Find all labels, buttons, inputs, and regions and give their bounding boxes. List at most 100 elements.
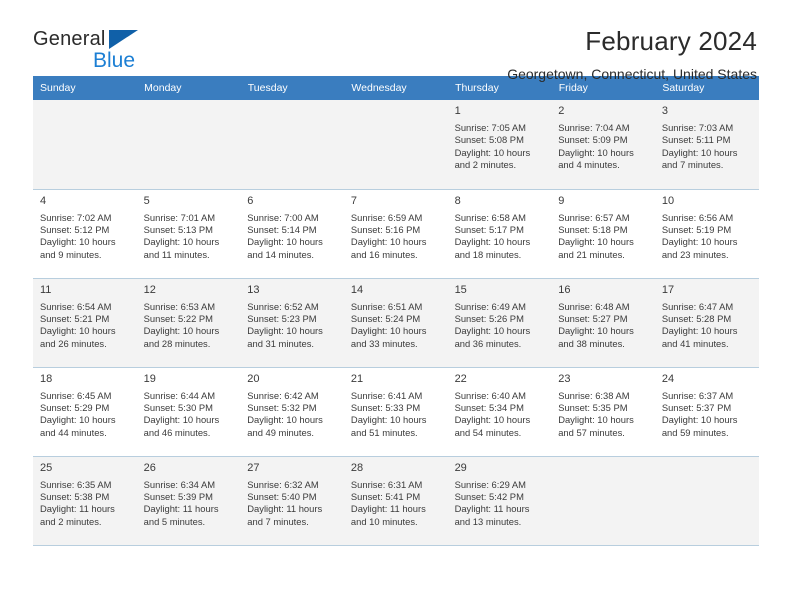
day-number: 12 — [143, 283, 156, 296]
general-blue-logo[interactable]: General Blue — [33, 26, 163, 78]
day-cell[interactable]: 17 Sunrise: 6:47 AM Sunset: 5:28 PM Dayligh… — [654, 278, 759, 368]
daylight-text-line1: Daylight: 10 hours — [454, 236, 531, 248]
day-details: Sunrise: 6:51 AM Sunset: 5:24 PM Daylight:… — [351, 301, 441, 351]
sunrise-text: Sunrise: 6:41 AM — [350, 389, 423, 401]
sunrise-text: Sunrise: 6:53 AM — [143, 300, 216, 312]
day-details: Sunrise: 6:47 AM Sunset: 5:28 PM Daylight:… — [662, 301, 752, 351]
daylight-text-line2: and 4 minutes. — [558, 159, 620, 171]
day-number: 6 — [247, 194, 254, 207]
sunrise-text: Sunrise: 6:38 AM — [558, 389, 630, 401]
day-cell[interactable]: 14 Sunrise: 6:51 AM Sunset: 5:24 PM Dayligh… — [343, 278, 448, 368]
daylight-text-line2: and 33 minutes. — [350, 337, 418, 349]
sunrise-text: Sunrise: 6:57 AM — [558, 211, 630, 223]
day-cell[interactable]: 21 Sunrise: 6:41 AM Sunset: 5:33 PM Dayligh… — [343, 367, 448, 457]
sunset-text: Sunset: 5:38 PM — [40, 490, 110, 502]
day-cell[interactable]: 13 Sunrise: 6:52 AM Sunset: 5:23 PM Dayligh… — [240, 278, 344, 368]
daylight-text-line2: and 11 minutes. — [143, 248, 210, 260]
sunset-text: Sunset: 5:30 PM — [143, 401, 213, 413]
sunrise-text: Sunrise: 7:01 AM — [143, 211, 216, 223]
title-block: February 2024 Georgetown, Connecticut, U… — [507, 26, 759, 84]
day-cell[interactable]: 2 Sunrise: 7:04 AM Sunset: 5:09 PM Daylight… — [551, 100, 655, 190]
day-cell[interactable]: 16 Sunrise: 6:48 AM Sunset: 5:27 PM Dayligh… — [551, 278, 655, 368]
day-cell[interactable] — [551, 456, 655, 546]
sunset-text: Sunset: 5:35 PM — [558, 401, 628, 413]
day-cell[interactable]: 20 Sunrise: 6:42 AM Sunset: 5:32 PM Dayligh… — [240, 367, 344, 457]
day-cell[interactable]: 8 Sunrise: 6:58 AM Sunset: 5:17 PM Daylight… — [447, 189, 552, 279]
day-number: 29 — [454, 461, 467, 474]
daylight-text-line1: Daylight: 10 hours — [558, 414, 634, 426]
sunrise-text: Sunrise: 6:29 AM — [454, 478, 526, 490]
daylight-text-line1: Daylight: 10 hours — [558, 325, 634, 337]
sunset-text: Sunset: 5:13 PM — [143, 223, 213, 235]
daylight-text-line2: and 44 minutes. — [40, 426, 107, 438]
day-cell[interactable]: 6 Sunrise: 7:00 AM Sunset: 5:14 PM Daylight… — [240, 189, 344, 279]
sunrise-text: Sunrise: 6:37 AM — [661, 389, 734, 401]
day-details: Sunrise: 6:32 AM Sunset: 5:40 PM Daylight:… — [247, 479, 337, 529]
day-details: Sunrise: 6:44 AM Sunset: 5:30 PM Daylight:… — [144, 390, 234, 440]
daylight-text-line1: Daylight: 10 hours — [247, 414, 323, 426]
daylight-text-line2: and 7 minutes. — [661, 159, 724, 171]
daylight-text-line2: and 36 minutes. — [454, 337, 522, 349]
day-cell[interactable]: 29 Sunrise: 6:29 AM Sunset: 5:42 PM Dayligh… — [447, 456, 552, 546]
day-cell[interactable]: 9 Sunrise: 6:57 AM Sunset: 5:18 PM Daylight… — [551, 189, 655, 279]
day-cell[interactable]: 25 Sunrise: 6:35 AM Sunset: 5:38 PM Dayligh… — [33, 456, 137, 546]
sunset-text: Sunset: 5:11 PM — [661, 134, 731, 146]
day-number: 17 — [661, 283, 675, 296]
daylight-text-line1: Daylight: 10 hours — [350, 236, 427, 248]
day-cell[interactable] — [654, 456, 759, 546]
day-cell[interactable]: 3 Sunrise: 7:03 AM Sunset: 5:11 PM Daylight… — [654, 100, 759, 190]
sunset-text: Sunset: 5:12 PM — [40, 223, 110, 235]
day-cell[interactable]: 10 Sunrise: 6:56 AM Sunset: 5:19 PM Dayligh… — [654, 189, 759, 279]
day-cell[interactable] — [136, 100, 241, 190]
calendar-week-row: 1 Sunrise: 7:05 AM Sunset: 5:08 PM Daylight… — [33, 100, 759, 190]
day-details: Sunrise: 6:56 AM Sunset: 5:19 PM Daylight:… — [662, 212, 752, 262]
day-number: 18 — [40, 372, 53, 385]
day-cell[interactable]: 18 Sunrise: 6:45 AM Sunset: 5:29 PM Dayligh… — [33, 367, 137, 457]
sunset-text: Sunset: 5:40 PM — [247, 490, 317, 502]
day-details: Sunrise: 6:42 AM Sunset: 5:32 PM Daylight:… — [247, 390, 337, 440]
day-cell[interactable]: 11 Sunrise: 6:54 AM Sunset: 5:21 PM Dayligh… — [33, 278, 137, 368]
sunrise-text: Sunrise: 7:04 AM — [558, 122, 630, 133]
day-cell[interactable]: 23 Sunrise: 6:38 AM Sunset: 5:35 PM Dayligh… — [551, 367, 655, 457]
day-cell[interactable] — [343, 100, 448, 190]
sunset-text: Sunset: 5:22 PM — [143, 312, 213, 324]
day-cell[interactable]: 15 Sunrise: 6:49 AM Sunset: 5:26 PM Dayligh… — [447, 278, 552, 368]
day-number: 9 — [558, 194, 565, 207]
sunset-text: Sunset: 5:37 PM — [661, 401, 732, 413]
daylight-text-line1: Daylight: 10 hours — [454, 325, 531, 337]
day-cell[interactable]: 24 Sunrise: 6:37 AM Sunset: 5:37 PM Dayligh… — [654, 367, 759, 457]
day-number: 25 — [40, 461, 53, 474]
sunset-text: Sunset: 5:17 PM — [454, 223, 524, 235]
day-number: 4 — [40, 194, 47, 207]
day-cell[interactable] — [33, 100, 137, 190]
day-cell[interactable]: 26 Sunrise: 6:34 AM Sunset: 5:39 PM Dayligh… — [136, 456, 241, 546]
logo-triangle-icon — [109, 30, 138, 49]
day-number: 11 — [40, 283, 52, 296]
sunrise-text: Sunrise: 6:42 AM — [247, 389, 319, 401]
daylight-text-line2: and 49 minutes. — [247, 426, 314, 438]
sunrise-text: Sunrise: 6:32 AM — [247, 478, 319, 490]
day-number: 5 — [143, 194, 150, 207]
day-details: Sunrise: 6:57 AM Sunset: 5:18 PM Daylight:… — [558, 212, 648, 262]
day-details: Sunrise: 6:29 AM Sunset: 5:42 PM Daylight:… — [455, 479, 545, 529]
day-cell[interactable]: 4 Sunrise: 7:02 AM Sunset: 5:12 PM Daylight… — [33, 189, 137, 279]
day-cell[interactable]: 27 Sunrise: 6:32 AM Sunset: 5:40 PM Dayligh… — [240, 456, 344, 546]
day-details: Sunrise: 6:48 AM Sunset: 5:27 PM Daylight:… — [558, 301, 648, 351]
sunset-text: Sunset: 5:19 PM — [661, 223, 732, 235]
daylight-text-line2: and 16 minutes. — [350, 248, 418, 260]
day-cell[interactable]: 5 Sunrise: 7:01 AM Sunset: 5:13 PM Daylight… — [136, 189, 241, 279]
day-number: 27 — [247, 461, 260, 474]
day-cell[interactable]: 19 Sunrise: 6:44 AM Sunset: 5:30 PM Dayligh… — [136, 367, 241, 457]
day-cell[interactable]: 1 Sunrise: 7:05 AM Sunset: 5:08 PM Daylight… — [447, 100, 552, 190]
day-details: Sunrise: 6:54 AM Sunset: 5:21 PM Daylight:… — [40, 301, 130, 351]
day-cell[interactable]: 7 Sunrise: 6:59 AM Sunset: 5:16 PM Daylight… — [343, 189, 448, 279]
calendar-week-row: 25 Sunrise: 6:35 AM Sunset: 5:38 PM Dayligh… — [33, 456, 759, 546]
sunrise-text: Sunrise: 6:49 AM — [454, 300, 526, 312]
daylight-text-line2: and 38 minutes. — [558, 337, 625, 349]
day-cell[interactable]: 28 Sunrise: 6:31 AM Sunset: 5:41 PM Dayligh… — [343, 456, 448, 546]
day-cell[interactable]: 12 Sunrise: 6:53 AM Sunset: 5:22 PM Dayligh… — [136, 278, 241, 368]
day-number: 16 — [558, 283, 571, 296]
day-cell[interactable]: 22 Sunrise: 6:40 AM Sunset: 5:34 PM Dayligh… — [447, 367, 552, 457]
day-cell[interactable] — [240, 100, 344, 190]
day-number: 3 — [661, 105, 668, 117]
